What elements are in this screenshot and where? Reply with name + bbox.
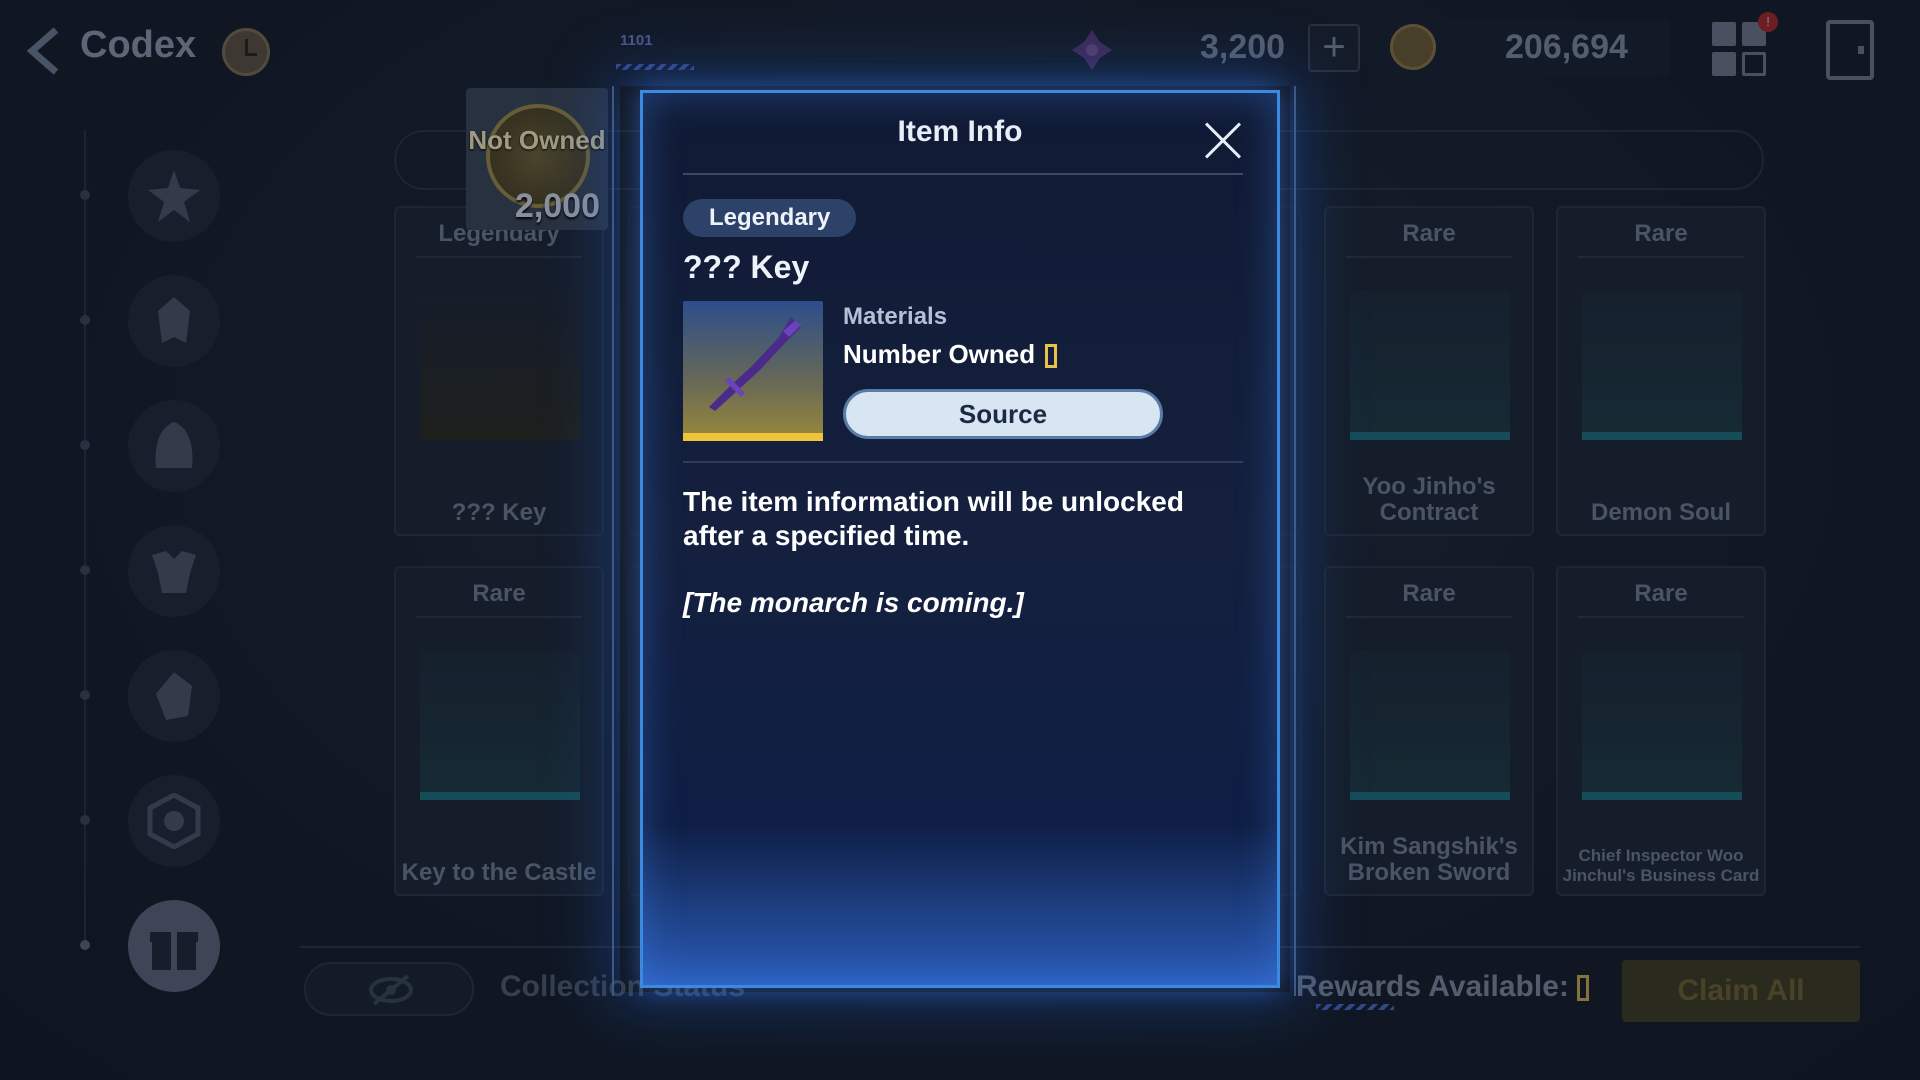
item-info-modal: Item Info Legendary ??? Key Materials Nu… bbox=[640, 90, 1280, 988]
owned-label: Number Owned bbox=[843, 339, 1036, 369]
title-divider bbox=[683, 173, 1243, 175]
owned-value-box bbox=[1045, 344, 1058, 369]
modal-title: Item Info bbox=[897, 115, 1023, 148]
item-name: ??? Key bbox=[683, 249, 810, 285]
close-icon[interactable] bbox=[1203, 121, 1243, 161]
source-button[interactable]: Source bbox=[843, 389, 1163, 439]
item-description: The item information will be unlocked af… bbox=[683, 486, 1184, 551]
flavor-text: [The monarch is coming.] bbox=[683, 587, 1024, 618]
number-owned: Number Owned bbox=[843, 339, 1058, 370]
dagger-icon bbox=[683, 301, 823, 441]
info-divider bbox=[683, 461, 1243, 463]
rarity-tag: Legendary bbox=[683, 199, 857, 237]
item-type: Materials bbox=[843, 303, 948, 330]
